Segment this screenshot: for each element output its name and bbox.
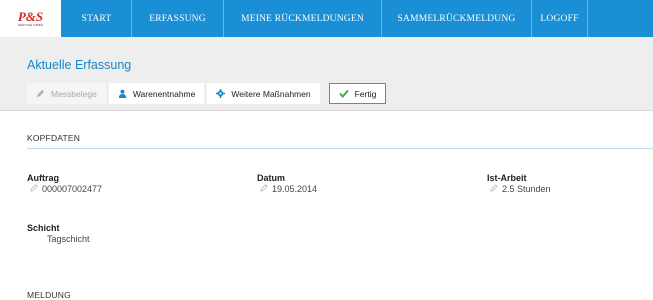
ist-arbeit-field: Ist-Arbeit 2.5 Stunden — [487, 173, 551, 194]
action-toolbar: Messbelege Warenentnahme Weitere Maßnahm… — [27, 83, 389, 104]
schicht-value: Tagschicht — [47, 234, 90, 244]
company-logo[interactable]: P&S SERVICE GMBH — [0, 0, 62, 37]
kopfdaten-heading: KOPFDATEN — [27, 133, 81, 143]
nav-start[interactable]: START — [62, 0, 132, 37]
pencil-icon[interactable] — [30, 184, 40, 194]
schicht-label: Schicht — [27, 223, 60, 233]
logo-subtext: SERVICE GMBH — [17, 22, 44, 27]
weitere-massnahmen-button[interactable]: Weitere Maßnahmen — [207, 83, 320, 104]
top-navigation: P&S SERVICE GMBH START ERFASSUNG MEINE R… — [0, 0, 653, 37]
messbelege-label: Messbelege — [51, 88, 97, 99]
person-icon — [118, 89, 127, 98]
nav-sammelrueckmeldung[interactable]: SAMMELRÜCKMELDUNG — [382, 0, 532, 37]
nav-logoff[interactable]: LOGOFF — [532, 0, 588, 37]
logo-text: P&S — [17, 8, 44, 24]
warenentnahme-label: Warenentnahme — [132, 88, 196, 99]
fertig-label: Fertig — [354, 88, 377, 99]
auftrag-label: Auftrag — [27, 173, 59, 183]
gear-icon — [216, 89, 226, 98]
nav-meine-rueckmeldungen[interactable]: MEINE RÜCKMELDUNGEN — [224, 0, 382, 37]
header-band: Aktuelle Erfassung Messbelege Warenentna… — [0, 37, 653, 111]
meldung-heading: MELDUNG — [27, 290, 71, 300]
datum-label: Datum — [257, 173, 286, 183]
pencil-icon[interactable] — [490, 184, 500, 194]
fertig-button[interactable]: Fertig — [328, 83, 387, 104]
pencil-icon — [36, 89, 45, 98]
datum-value: 19.05.2014 — [272, 184, 318, 194]
auftrag-value: 000007002477 — [42, 184, 103, 194]
warenentnahme-button[interactable]: Warenentnahme — [108, 83, 205, 104]
kopfdaten-divider — [27, 148, 653, 149]
page-title: Aktuelle Erfassung — [27, 58, 132, 72]
datum-field: Datum 19.05.2014 — [257, 173, 317, 194]
nav-erfassung[interactable]: ERFASSUNG — [132, 0, 224, 37]
pencil-icon[interactable] — [260, 184, 270, 194]
check-icon — [338, 89, 349, 98]
auftrag-field: Auftrag 000007002477 — [27, 173, 102, 194]
ist-arbeit-label: Ist-Arbeit — [487, 173, 527, 183]
ist-arbeit-value: 2.5 Stunden — [502, 184, 551, 194]
schicht-field: Schicht Tagschicht — [27, 223, 90, 244]
weitere-massnahmen-label: Weitere Maßnahmen — [231, 88, 311, 99]
messbelege-button[interactable]: Messbelege — [27, 83, 106, 104]
